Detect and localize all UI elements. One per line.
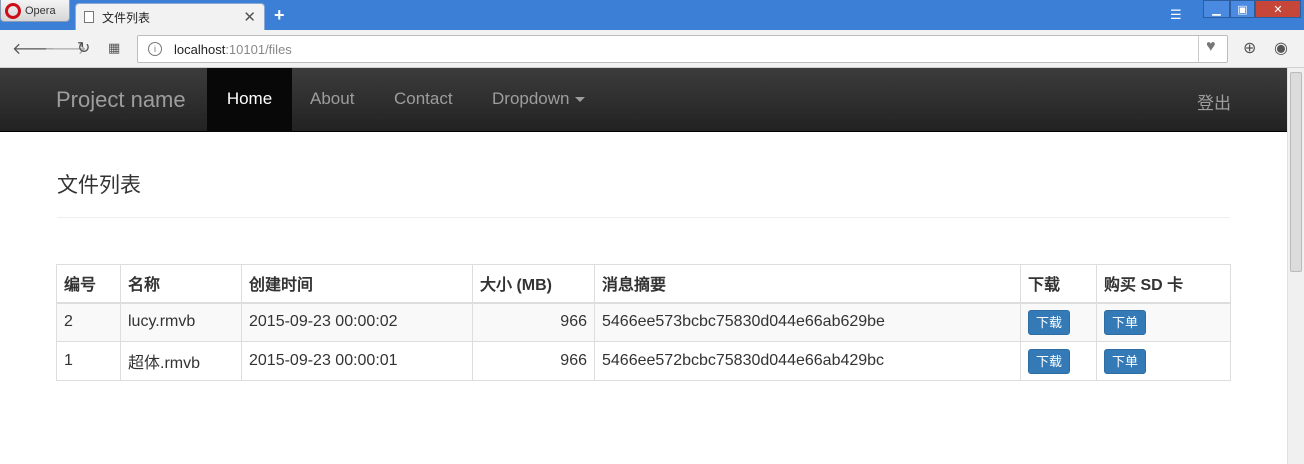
bookmark-heart-icon[interactable]: ♥ — [1206, 38, 1216, 56]
reload-icon[interactable]: ↻ — [77, 38, 90, 58]
divider — [57, 217, 1230, 218]
table-row: 1 超体.rmvb 2015-09-23 00:00:01 966 5466ee… — [56, 341, 1231, 381]
opera-logo-icon — [5, 2, 21, 19]
speed-dial-icon[interactable]: ▦ — [108, 40, 120, 56]
tab-menu-icon[interactable]: ☰ — [1170, 7, 1182, 23]
header-download: 下载 — [1020, 264, 1097, 304]
header-name: 名称 — [120, 264, 242, 304]
browser-toolbar: 🡐 🡒 ↻ ▦ i localhost :10101/files ♥ ⊕ ◉ — [0, 30, 1304, 68]
opera-menu-button[interactable]: Opera — [0, 0, 70, 22]
minimize-button[interactable]: ▁ — [1203, 0, 1230, 18]
nav-dropdown[interactable]: Dropdown — [492, 68, 585, 132]
cell-id: 1 — [56, 341, 121, 381]
cell-created: 2015-09-23 00:00:01 — [241, 341, 473, 381]
nav-dropdown-label: Dropdown — [492, 89, 570, 108]
nav-about[interactable]: About — [310, 68, 354, 132]
vertical-scrollbar[interactable] — [1287, 68, 1304, 464]
browser-tab[interactable]: 文件列表 ✕ — [75, 3, 265, 30]
cell-created: 2015-09-23 00:00:02 — [241, 302, 473, 342]
caret-down-icon — [574, 97, 585, 103]
cell-download: 下载 — [1020, 341, 1097, 381]
address-bar[interactable]: i localhost :10101/files — [137, 35, 1228, 63]
tab-title: 文件列表 — [102, 10, 151, 25]
cell-id: 2 — [56, 302, 121, 342]
order-button[interactable]: 下单 — [1104, 309, 1147, 335]
cell-order: 下单 — [1096, 302, 1231, 342]
account-icon[interactable]: ◉ — [1274, 38, 1288, 58]
browser-titlebar: Opera 文件列表 ✕ + ☰ ▁ ▣ ✕ — [0, 0, 1304, 30]
order-button[interactable]: 下单 — [1104, 348, 1147, 374]
table-row: 2 lucy.rmvb 2015-09-23 00:00:02 966 5466… — [56, 302, 1231, 342]
site-navbar: Project name Home About Contact Dropdown… — [0, 68, 1287, 132]
header-size: 大小 (MB) — [472, 264, 595, 304]
cell-name: 超体.rmvb — [120, 341, 242, 381]
header-id: 编号 — [56, 264, 121, 304]
header-digest: 消息摘要 — [594, 264, 1021, 304]
cell-size: 966 — [472, 302, 595, 342]
new-tab-button[interactable]: + — [274, 5, 285, 26]
cell-digest: 5466ee573bcbc75830d044e66ab629be — [594, 302, 1021, 342]
download-button[interactable]: 下载 — [1028, 309, 1071, 335]
site-info-icon[interactable]: i — [148, 42, 162, 56]
files-table: 编号 名称 创建时间 大小 (MB) 消息摘要 下载 购买 SD 卡 2 luc… — [56, 264, 1231, 381]
url-path: :10101/files — [225, 41, 292, 57]
header-created: 创建时间 — [241, 264, 473, 304]
header-buy-sd: 购买 SD 卡 — [1096, 264, 1231, 304]
url-host: localhost — [174, 41, 226, 57]
cell-size: 966 — [472, 341, 595, 381]
downloads-icon[interactable]: ⊕ — [1243, 38, 1256, 58]
logout-link[interactable]: 登出 — [1197, 89, 1231, 114]
web-page: Project name Home About Contact Dropdown… — [0, 68, 1287, 464]
scrollbar-thumb[interactable] — [1290, 72, 1302, 272]
tab-close-icon[interactable]: ✕ — [243, 8, 256, 26]
maximize-button[interactable]: ▣ — [1230, 0, 1255, 18]
cell-name: lucy.rmvb — [120, 302, 242, 342]
cell-order: 下单 — [1096, 341, 1231, 381]
cell-download: 下载 — [1020, 302, 1097, 342]
download-button[interactable]: 下载 — [1028, 348, 1071, 374]
table-header-row: 编号 名称 创建时间 大小 (MB) 消息摘要 下载 购买 SD 卡 — [56, 264, 1231, 304]
nav-home[interactable]: Home — [207, 68, 292, 132]
page-title: 文件列表 — [57, 174, 141, 197]
window-close-button[interactable]: ✕ — [1255, 0, 1301, 18]
nav-contact[interactable]: Contact — [394, 68, 453, 132]
url-separator — [1198, 36, 1199, 62]
opera-label: Opera — [25, 4, 56, 17]
page-icon — [84, 11, 94, 23]
cell-digest: 5466ee572bcbc75830d044e66ab429bc — [594, 341, 1021, 381]
navbar-brand[interactable]: Project name — [56, 87, 186, 113]
